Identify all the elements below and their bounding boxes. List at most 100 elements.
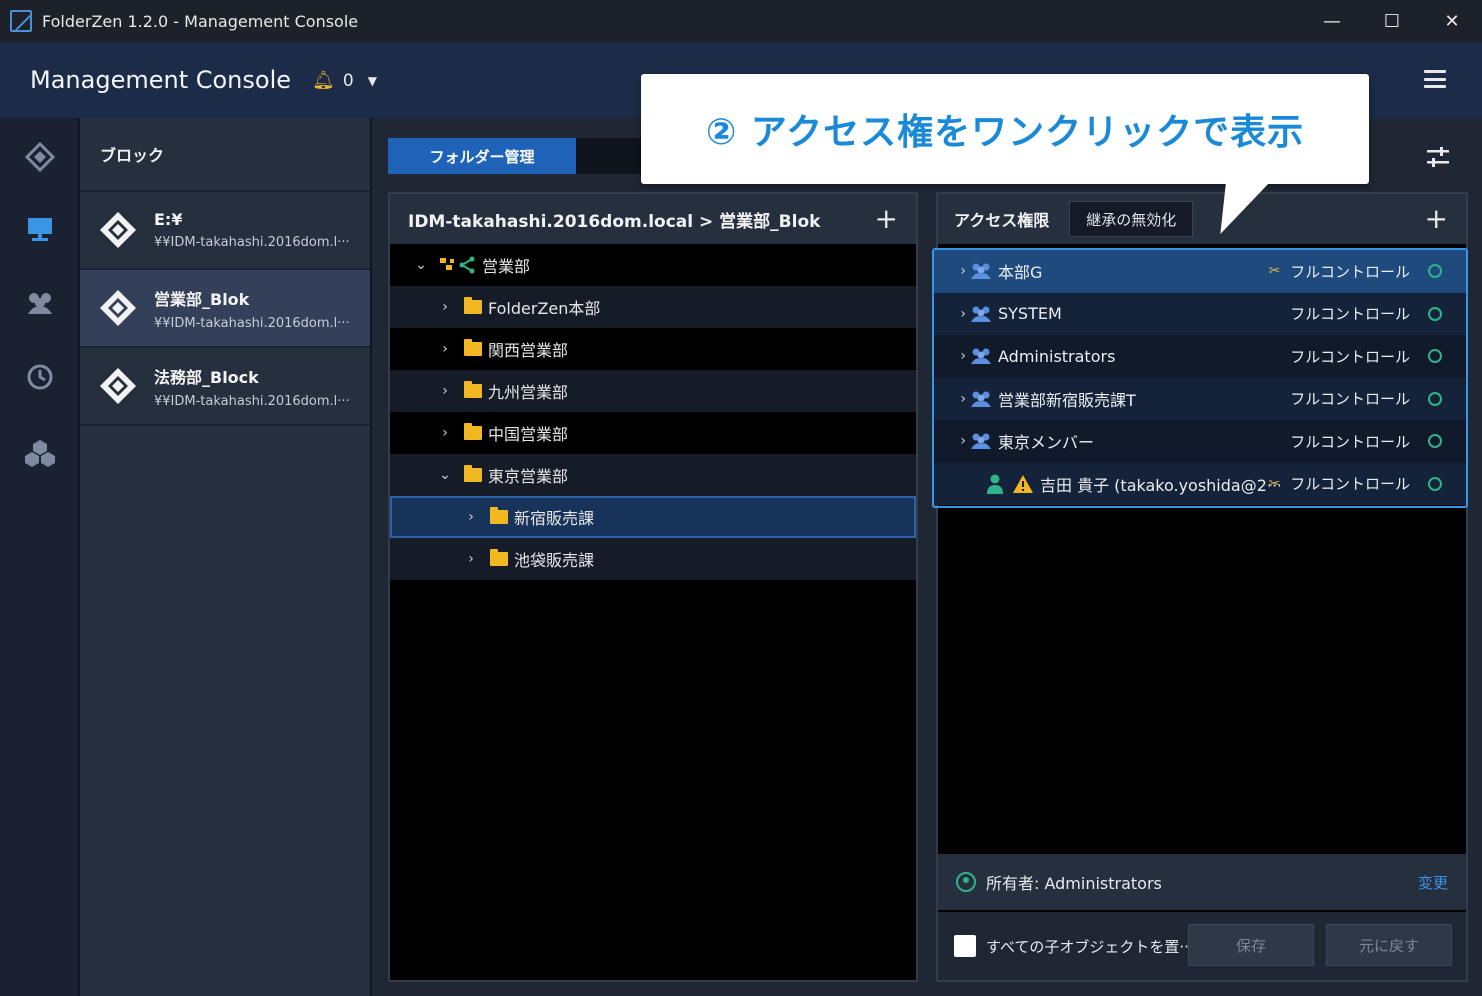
chevron-right-icon[interactable]: › (436, 425, 454, 441)
block-item[interactable]: 法務部_Block ¥¥IDM-takahashi.2016dom.l··· (80, 348, 370, 426)
chevron-down-icon[interactable]: ⌄ (436, 467, 454, 483)
chevron-right-icon[interactable]: › (436, 299, 454, 315)
access-title: アクセス権限 (954, 211, 1050, 230)
acl-name: 吉田 貴子 (takako.yoshida@2··· (1040, 475, 1280, 495)
acl-row[interactable]: › SYSTEM フルコントロール (934, 292, 1466, 335)
notification-dropdown[interactable]: 🔔︎ 0 ▼ (312, 70, 377, 91)
folder-icon (464, 381, 482, 398)
acl-name: Administrators (998, 346, 1116, 366)
chevron-right-icon[interactable]: › (462, 551, 480, 567)
acl-row[interactable]: › 本部G ✂ フルコントロール (934, 250, 1466, 293)
tree-row-root[interactable]: ⌄ 営業部 (390, 244, 916, 286)
block-list-header: ブロック (80, 118, 370, 192)
owner-label: 所有者: Administrators (986, 874, 1162, 893)
tree-row[interactable]: ⌄ 東京営業部 (390, 454, 916, 496)
tab-bar: フォルダー管理 (388, 138, 656, 174)
acl-name: 東京メンバー (998, 433, 1095, 453)
tree-label: 東京営業部 (488, 467, 569, 486)
block-item[interactable]: 営業部_Blok ¥¥IDM-takahashi.2016dom.l··· (80, 270, 370, 348)
nav-rail (0, 118, 80, 996)
block-list: ブロック E:¥ ¥¥IDM-takahashi.2016dom.l··· 営業… (80, 118, 370, 996)
group-icon (971, 433, 991, 450)
block-path: ¥¥IDM-takahashi.2016dom.l··· (154, 235, 350, 250)
hamburger-menu-icon[interactable] (1424, 70, 1446, 88)
chevron-right-icon[interactable]: › (934, 391, 970, 407)
chevron-down-icon[interactable]: ⌄ (412, 257, 430, 273)
tree-breadcrumb: IDM-takahashi.2016dom.local > 営業部_Blok + (390, 194, 916, 244)
chevron-right-icon[interactable]: › (436, 383, 454, 399)
chevron-right-icon[interactable]: › (934, 263, 970, 279)
acl-permission: フルコントロール (1290, 305, 1410, 324)
save-button[interactable]: 保存 (1188, 924, 1314, 966)
tree-label: FolderZen本部 (488, 299, 601, 318)
block-icon (98, 210, 138, 250)
minimize-button[interactable]: — (1302, 0, 1362, 42)
folder-icon (490, 507, 508, 524)
folder-tree-icon[interactable] (0, 194, 80, 264)
access-header: アクセス権限 継承の無効化 + (938, 194, 1466, 244)
chevron-right-icon[interactable]: › (934, 348, 970, 364)
block-item[interactable]: E:¥ ¥¥IDM-takahashi.2016dom.l··· (80, 192, 370, 270)
acl-row[interactable]: › 東京メンバー フルコントロール (934, 420, 1466, 463)
revert-button[interactable]: 元に戻す (1326, 924, 1452, 966)
chevron-right-icon[interactable]: › (934, 306, 970, 322)
tab-folder-management[interactable]: フォルダー管理 (388, 138, 576, 174)
inheritance-broken-icon: ✂ (1268, 475, 1281, 492)
acl-permission: フルコントロール (1290, 390, 1410, 409)
tree-label: 新宿販売課 (514, 509, 595, 528)
chevron-right-icon[interactable]: › (934, 433, 970, 449)
acl-permission: フルコントロール (1290, 347, 1410, 366)
disable-inheritance-button[interactable]: 継承の無効化 (1069, 201, 1194, 237)
folder-tree-panel: IDM-takahashi.2016dom.local > 営業部_Blok +… (388, 192, 918, 982)
block-name: E:¥ (154, 210, 183, 229)
blocks-icon[interactable] (0, 122, 80, 192)
status-ok-icon (1428, 434, 1442, 449)
add-access-button[interactable]: + (1425, 205, 1448, 233)
bell-icon: 🔔︎ (312, 70, 335, 91)
change-owner-link[interactable]: 変更 (1418, 872, 1448, 893)
window-title: FolderZen 1.2.0 - Management Console (42, 11, 359, 31)
acl-permission: フルコントロール (1290, 262, 1410, 281)
add-folder-button[interactable]: + (875, 205, 898, 233)
acl-name: 本部G (998, 263, 1043, 283)
status-ok-icon (1428, 349, 1442, 364)
tree-row-selected[interactable]: › 新宿販売課 (390, 496, 916, 538)
history-icon[interactable] (0, 342, 80, 412)
group-icon (971, 263, 991, 280)
block-path: ¥¥IDM-takahashi.2016dom.l··· (154, 393, 350, 409)
block-icon (98, 288, 138, 328)
tree-row[interactable]: › 中国営業部 (390, 412, 916, 454)
tree-label: 関西営業部 (488, 341, 569, 360)
page-title: Management Console (30, 66, 291, 94)
acl-row[interactable]: › Administrators フルコントロール (934, 335, 1466, 378)
owner-row: 所有者: Administrators 変更 (938, 854, 1466, 910)
settings-sliders-icon[interactable] (1426, 145, 1450, 169)
replace-children-label: すべての子オブジェクトを置··· (986, 937, 1194, 956)
status-ok-icon (1428, 476, 1442, 491)
access-footer: すべての子オブジェクトを置··· 保存 元に戻す (938, 912, 1466, 980)
maximize-button[interactable]: ☐ (1362, 0, 1422, 42)
close-button[interactable]: ✕ (1422, 0, 1482, 42)
chevron-right-icon[interactable]: › (436, 341, 454, 357)
acl-row[interactable]: › 営業部新宿販売課T フルコントロール (934, 377, 1466, 420)
tree-row[interactable]: › FolderZen本部 (390, 286, 916, 328)
tree-label: 営業部 (482, 257, 531, 276)
access-list: › 本部G ✂ フルコントロール › SYSTEM フルコントロール › Adm… (932, 248, 1468, 508)
tree-row[interactable]: › 関西営業部 (390, 328, 916, 370)
groups-icon[interactable] (0, 418, 80, 488)
annotation-callout: ② アクセス権をワンクリックで表示 (641, 74, 1369, 184)
share-icon (438, 256, 476, 274)
user-icon (987, 474, 1003, 494)
acl-row[interactable]: 吉田 貴子 (takako.yoshida@2··· ✂ フルコントロール (934, 462, 1466, 505)
tree-label: 中国営業部 (488, 425, 569, 444)
block-name: 法務部_Block (154, 367, 259, 387)
main-area: フォルダー管理 IDM-takahashi.2016dom.local > 営業… (372, 118, 1482, 996)
status-ok-icon (1428, 264, 1442, 279)
group-icon (971, 306, 991, 322)
tree-row[interactable]: › 九州営業部 (390, 370, 916, 412)
users-icon[interactable] (0, 268, 80, 338)
tree-row[interactable]: › 池袋販売課 (390, 538, 916, 580)
warning-icon (1013, 474, 1033, 493)
chevron-right-icon[interactable]: › (462, 509, 480, 525)
replace-children-checkbox[interactable] (954, 935, 976, 957)
